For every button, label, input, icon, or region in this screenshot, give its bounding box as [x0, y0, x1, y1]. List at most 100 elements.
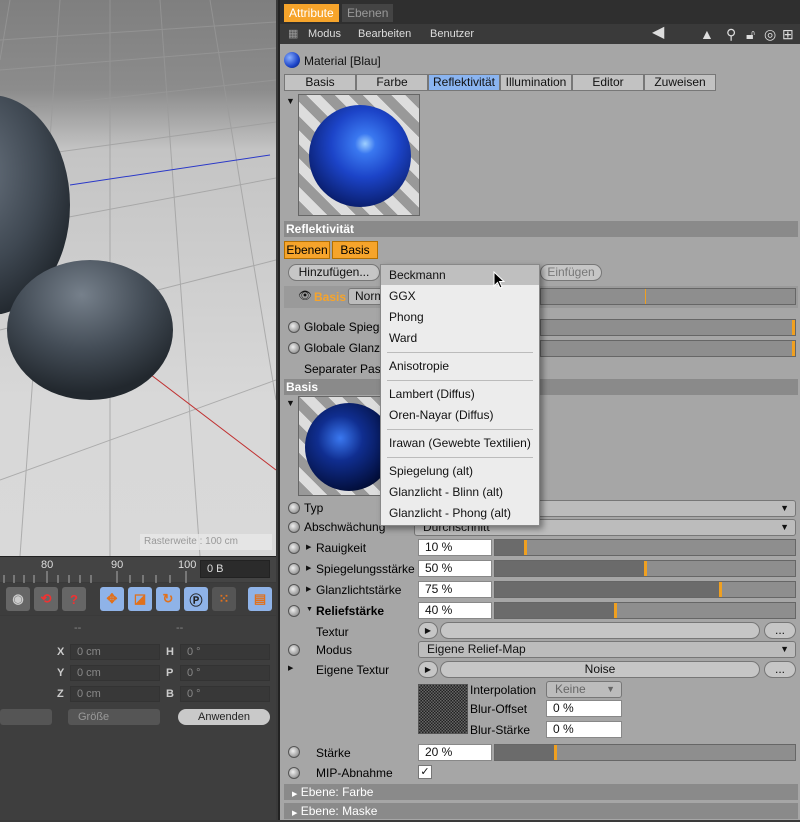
spiegelungsstaerke-field[interactable]: 50 %	[418, 560, 492, 577]
tab-reflektivitaet[interactable]: Reflektivität	[428, 74, 500, 91]
keyframe-radio[interactable]	[288, 563, 300, 575]
menu-item-beckmann[interactable]: Beckmann	[381, 265, 539, 285]
tab-attribute[interactable]: Attribute	[284, 4, 339, 22]
keyframe-radio[interactable]	[288, 502, 300, 514]
eigene-textur-arrow-button[interactable]: ▶	[418, 661, 438, 678]
expand-arrow-icon[interactable]: ▶	[306, 543, 311, 551]
record-icon[interactable]: ◉	[6, 587, 30, 611]
eigene-textur-more-button[interactable]: ...	[764, 661, 796, 678]
autokey-icon[interactable]: ⟲	[34, 587, 58, 611]
position-y-field[interactable]: 0 cm	[70, 665, 160, 681]
current-frame-field[interactable]: 0 B	[200, 560, 270, 578]
interpolation-dropdown[interactable]: Keine ▼	[546, 681, 622, 698]
global-reflection-slider[interactable]	[540, 319, 796, 336]
glanzlichtstaerke-slider[interactable]	[494, 581, 796, 598]
layer-tab-ebenen[interactable]: Ebenen	[284, 241, 330, 259]
paste-button[interactable]: Einfügen	[540, 264, 602, 281]
keyframe-radio[interactable]	[288, 521, 300, 533]
tab-farbe[interactable]: Farbe	[356, 74, 428, 91]
collapse-arrow-icon[interactable]: ▼	[286, 96, 295, 106]
spiegelungsstaerke-slider[interactable]	[494, 560, 796, 577]
menu-item-phong[interactable]: Phong	[381, 307, 539, 327]
layer-tab-basis[interactable]: Basis	[332, 241, 378, 259]
noise-shader-button[interactable]: Noise	[440, 661, 760, 678]
scale-icon[interactable]: ◪	[128, 587, 152, 611]
rotation-h-field[interactable]: 0 °	[180, 644, 270, 660]
timeline[interactable]: 80 90 100 0 B	[0, 556, 276, 583]
textur-more-button[interactable]: ...	[764, 622, 796, 639]
move-icon[interactable]: ✥	[100, 587, 124, 611]
apply-button[interactable]: Anwenden	[178, 709, 270, 725]
section-ebene-maske[interactable]: ▶ Ebene: Maske	[284, 803, 798, 819]
rauigkeit-field[interactable]: 10 %	[418, 539, 492, 556]
mip-checkbox[interactable]: ✓	[418, 765, 432, 779]
menu-item-oren-nayar[interactable]: Oren-Nayar (Diffus)	[381, 405, 539, 425]
position-z-field[interactable]: 0 cm	[70, 686, 160, 702]
global-specular-slider[interactable]	[540, 340, 796, 357]
keyframe-radio[interactable]	[288, 321, 300, 333]
reliefstaerke-field[interactable]: 40 %	[418, 602, 492, 619]
layer-row[interactable]: 👁︎ Basis Norm	[284, 286, 798, 308]
textur-arrow-button[interactable]: ▶	[418, 622, 438, 639]
lock-icon[interactable]: 🔓︎	[746, 24, 755, 44]
film-icon[interactable]: ▤	[248, 587, 272, 611]
add-layer-button[interactable]: Hinzufügen...	[288, 264, 380, 281]
section-ebene-farbe[interactable]: ▶ Ebene: Farbe	[284, 784, 798, 800]
tab-ebenen[interactable]: Ebenen	[342, 4, 394, 22]
rauigkeit-slider[interactable]	[494, 539, 796, 556]
keyframe-radio[interactable]	[288, 542, 300, 554]
menu-item-phong-alt[interactable]: Glanzlicht - Phong (alt)	[381, 503, 539, 523]
menu-item-ggx[interactable]: GGX	[381, 286, 539, 306]
expand-arrow-icon[interactable]: ▶	[288, 664, 293, 672]
blur-strength-field[interactable]: 0 %	[546, 721, 622, 738]
new-manager-icon[interactable]: ⊞	[782, 24, 794, 44]
tab-editor[interactable]: Editor	[572, 74, 644, 91]
layer-name[interactable]: Basis	[314, 290, 346, 304]
modus-dropdown[interactable]: Eigene Relief-Map ▼	[418, 641, 796, 658]
staerke-field[interactable]: 20 %	[418, 744, 492, 761]
staerke-slider[interactable]	[494, 744, 796, 761]
layer-opacity-slider[interactable]	[540, 288, 796, 305]
eye-icon[interactable]: 👁︎	[298, 289, 312, 302]
up-arrow-icon[interactable]: ▲	[700, 24, 714, 44]
size-dropdown[interactable]: Größe	[68, 709, 160, 725]
rotation-b-field[interactable]: 0 °	[180, 686, 270, 702]
rotate-icon[interactable]: ↻	[156, 587, 180, 611]
menu-item-spiegelung-alt[interactable]: Spiegelung (alt)	[381, 461, 539, 481]
menu-benutzer[interactable]: Benutzer	[430, 24, 474, 44]
menu-item-irawan[interactable]: Irawan (Gewebte Textilien)	[381, 433, 539, 453]
collapse-arrow-icon[interactable]: ▼	[286, 398, 295, 408]
menu-item-lambert[interactable]: Lambert (Diffus)	[381, 384, 539, 404]
textur-slot[interactable]	[440, 622, 760, 639]
menu-item-anisotropie[interactable]: Anisotropie	[381, 356, 539, 376]
3d-viewport[interactable]: Rasterweite : 100 cm	[0, 0, 276, 556]
target-icon[interactable]: ◎	[764, 24, 776, 44]
keyframe-radio[interactable]	[288, 342, 300, 354]
glanzlichtstaerke-field[interactable]: 75 %	[418, 581, 492, 598]
expand-arrow-icon[interactable]: ▶	[306, 585, 311, 593]
menu-item-ward[interactable]: Ward	[381, 328, 539, 348]
menu-item-blinn-alt[interactable]: Glanzlicht - Blinn (alt)	[381, 482, 539, 502]
search-icon[interactable]: ⚲	[726, 24, 736, 44]
collapse-arrow-icon[interactable]: ▼	[306, 606, 313, 613]
tab-basis[interactable]: Basis	[284, 74, 356, 91]
blur-offset-field[interactable]: 0 %	[546, 700, 622, 717]
keyframe-radio[interactable]	[288, 584, 300, 596]
rotation-p-field[interactable]: 0 °	[180, 665, 270, 681]
tab-zuweisen[interactable]: Zuweisen	[644, 74, 716, 91]
position-x-field[interactable]: 0 cm	[70, 644, 160, 660]
keyframe-radio[interactable]	[288, 605, 300, 617]
parameter-icon[interactable]: Ⓟ	[184, 587, 208, 611]
help-icon[interactable]: ?	[62, 587, 86, 611]
reliefstaerke-slider[interactable]	[494, 602, 796, 619]
keyframe-radio[interactable]	[288, 767, 300, 779]
menu-modus[interactable]: Modus	[308, 24, 341, 44]
expand-arrow-icon[interactable]: ▶	[306, 564, 311, 572]
coordinate-mode-dropdown[interactable]	[0, 709, 52, 725]
keyframe-radio[interactable]	[288, 644, 300, 656]
pla-icon[interactable]: ⁙	[212, 587, 236, 611]
menu-bearbeiten[interactable]: Bearbeiten	[358, 24, 411, 44]
tab-illumination[interactable]: Illumination	[500, 74, 572, 91]
keyframe-radio[interactable]	[288, 746, 300, 758]
back-arrow-icon[interactable]: ◀	[652, 24, 664, 42]
